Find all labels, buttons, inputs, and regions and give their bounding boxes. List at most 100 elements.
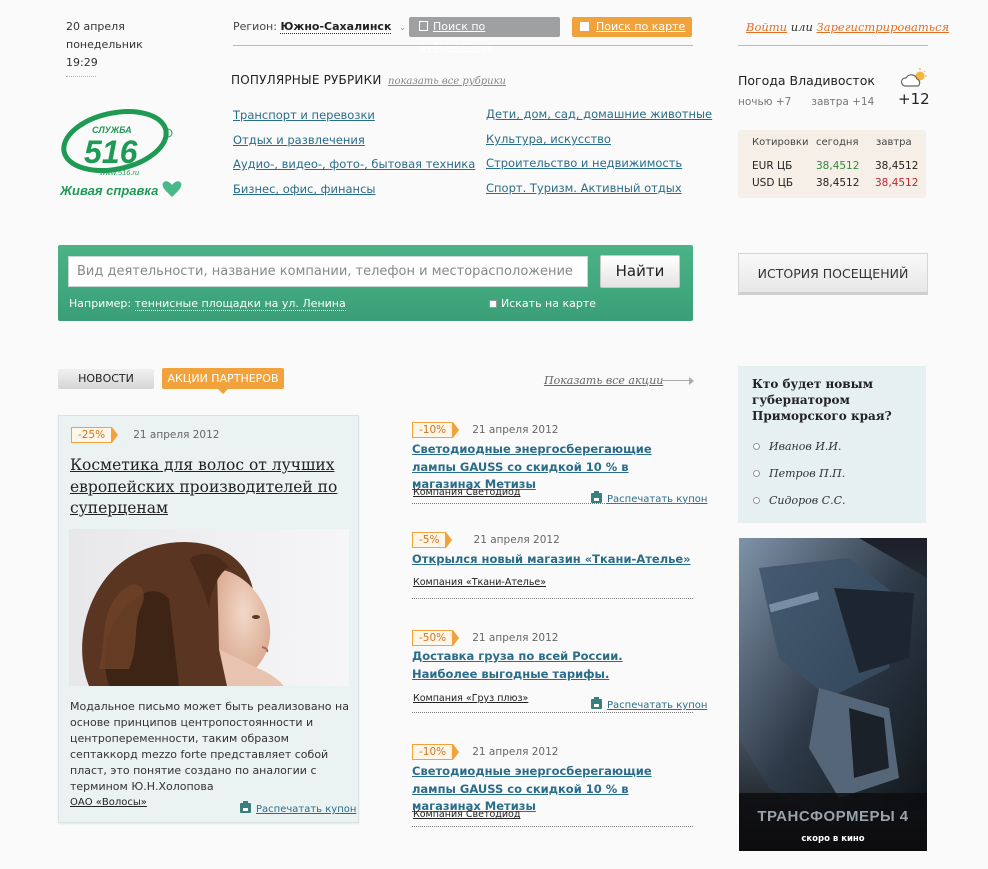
weather-night: ночью +7 — [738, 96, 792, 108]
login-link[interactable]: Войти — [746, 20, 787, 34]
item-company-link[interactable]: Компания Светодиод — [413, 809, 520, 820]
rubricator-search-button[interactable]: Поиск по рубрикатору — [409, 17, 560, 53]
item-divider — [412, 503, 693, 504]
item-divider — [412, 826, 693, 827]
item-company-link[interactable]: Компания «Ткани-Ателье» — [413, 577, 546, 588]
item-title-link[interactable]: Светодиодные энергосберегающие лампы GAU… — [412, 441, 692, 494]
category-link[interactable]: Аудио-, видео-, фото-, бытовая техника — [233, 157, 475, 171]
example-link[interactable]: теннисные площадки на ул. Ленина — [134, 297, 346, 311]
item-meta: -10% 21 апреля 2012 — [412, 418, 558, 438]
region-label: Регион: — [233, 20, 277, 33]
category-link[interactable]: Отдых и развлечения — [233, 133, 365, 147]
history-button[interactable]: История посещений — [738, 253, 928, 295]
flag-icon — [580, 22, 589, 31]
item-date: 21 апреля 2012 — [472, 632, 559, 644]
print-coupon-link[interactable]: Распечатать купон — [240, 797, 356, 816]
print-coupon-link[interactable]: Распечатать купон — [591, 693, 707, 712]
list-icon — [419, 21, 428, 31]
item-title-link[interactable]: Светодиодные энергосберегающие лампы GAU… — [412, 763, 692, 816]
item-divider — [412, 712, 693, 713]
featured-meta: -25% 21 апреля 2012 — [71, 423, 219, 443]
poll-option-label: Петров П.П. — [769, 467, 846, 480]
item-meta: -5% 21 апреля 2012 — [412, 528, 560, 548]
poll-question: Кто будет новым губернатором Приморского… — [752, 377, 892, 423]
featured-company-link[interactable]: ОАО «Волосы» — [70, 797, 147, 808]
logo[interactable]: СЛУЖБА 516 www.516.ru Живая справка — [59, 103, 195, 203]
featured-text: Модальное письмо может быть реализовано … — [70, 700, 349, 793]
item-title-link[interactable]: Доставка груза по всей России. Наиболее … — [412, 648, 672, 683]
poll-option[interactable]: Петров П.П. — [753, 467, 845, 480]
time-text: 19:29 — [66, 56, 98, 69]
ad-banner[interactable]: ТРАНСФОРМЕРЫ 4 скоро в кино — [739, 538, 927, 851]
weather-temp: +12 — [898, 90, 930, 108]
poll-option-label: Иванов И.И. — [769, 440, 842, 453]
currency-table: Котировки сегодня завтра EUR ЦБ 38,4512 … — [738, 130, 926, 198]
region-value[interactable]: Южно-Сахалинск — [280, 20, 392, 34]
currency-tomorrow: 38,4512 — [875, 160, 919, 172]
category-link[interactable]: Строительство и недвижимость — [486, 156, 682, 170]
banner-subtitle: скоро в кино — [801, 834, 865, 844]
currency-header-today: сегодня — [816, 137, 859, 148]
item-title-link[interactable]: Открылся новый магазин «Ткани-Ателье» — [412, 551, 692, 569]
item-date: 21 апреля 2012 — [473, 534, 560, 546]
radio-icon[interactable] — [753, 497, 760, 504]
register-link[interactable]: Зарегистрироваться — [817, 20, 950, 34]
login-divider — [738, 45, 928, 46]
currency-today: 38,4512 — [816, 177, 860, 189]
radio-icon[interactable] — [753, 443, 760, 450]
show-all-rubrics-link[interactable]: показать все рубрики — [388, 76, 506, 87]
weather-forecast: ночью +7 завтра +14 — [738, 96, 874, 108]
map-button-label: Поиск по карте — [596, 20, 686, 33]
featured-title[interactable]: Косметика для волос от лучших европейски… — [70, 455, 350, 520]
show-all-actions-link[interactable]: Показать все акции — [544, 374, 663, 387]
item-meta: -50% 21 апреля 2012 — [412, 626, 558, 646]
item-divider — [412, 598, 693, 599]
cloud-sun-icon — [900, 68, 927, 87]
printer-icon — [591, 491, 602, 503]
poll-option[interactable]: Иванов И.И. — [753, 440, 842, 453]
woman-portrait-image — [69, 529, 349, 686]
arrow-right-icon[interactable] — [661, 377, 694, 385]
category-link[interactable]: Транспорт и перевозки — [233, 108, 375, 122]
region-selector[interactable]: Регион: Южно-Сахалинск ⌄ — [233, 20, 407, 34]
currency-name: USD ЦБ — [752, 177, 794, 189]
category-link[interactable]: Спорт. Туризм. Активный отдых — [486, 181, 682, 195]
item-company-link[interactable]: Компания «Груз плюз» — [413, 693, 528, 704]
category-link[interactable]: Культура, искусство — [486, 132, 611, 146]
discount-badge: -25% — [71, 427, 119, 443]
item-company-link[interactable]: Компания Светодиод — [413, 487, 520, 498]
radio-icon[interactable] — [753, 470, 760, 477]
featured-image[interactable] — [69, 529, 349, 686]
map-check-label: Искать на карте — [501, 297, 597, 310]
discount-badge: -5% — [412, 532, 453, 548]
category-link[interactable]: Бизнес, офис, финансы — [233, 182, 375, 196]
poll-option[interactable]: Сидоров С.С. — [753, 494, 845, 507]
date-text: 20 апреля — [66, 20, 125, 33]
tab-news[interactable]: Новости — [58, 369, 154, 389]
date-divider — [66, 76, 96, 77]
auth-links: Войти или Зарегистрироваться — [746, 20, 949, 34]
chevron-down-icon[interactable]: ⌄ — [399, 23, 407, 33]
search-button[interactable]: Найти — [600, 255, 680, 288]
search-input[interactable]: Вид деятельности, название компании, тел… — [68, 256, 588, 287]
currency-today: 38,4512 — [816, 160, 860, 172]
map-search-button[interactable]: Поиск по карте — [572, 17, 692, 37]
map-search-checkbox[interactable]: Искать на карте — [489, 297, 596, 310]
weather-tomorrow: завтра +14 — [811, 96, 875, 108]
search-example: Например: теннисные площадки на ул. Лени… — [69, 297, 346, 311]
logo-graphic: СЛУЖБА 516 www.516.ru Живая справка — [59, 109, 182, 198]
banner-image — [739, 538, 927, 851]
logo-site-text: www.516.ru — [100, 168, 140, 177]
printer-icon — [591, 697, 602, 709]
featured-date: 21 апреля 2012 — [133, 429, 220, 441]
item-meta: -10% 21 апреля 2012 — [412, 740, 558, 760]
discount-badge: -10% — [412, 744, 460, 760]
tab-partner-actions[interactable]: Акции партнеров — [162, 368, 284, 394]
header-divider — [233, 45, 693, 46]
category-link[interactable]: Дети, дом, сад, домашние животные — [486, 107, 712, 121]
logo-number-text: 516 — [84, 134, 138, 170]
poll-option-label: Сидоров С.С. — [769, 494, 846, 507]
logo-tagline-text: Живая справка — [60, 183, 158, 198]
checkbox-icon[interactable] — [489, 300, 497, 308]
weather-title: Погода Владивосток — [738, 73, 875, 88]
